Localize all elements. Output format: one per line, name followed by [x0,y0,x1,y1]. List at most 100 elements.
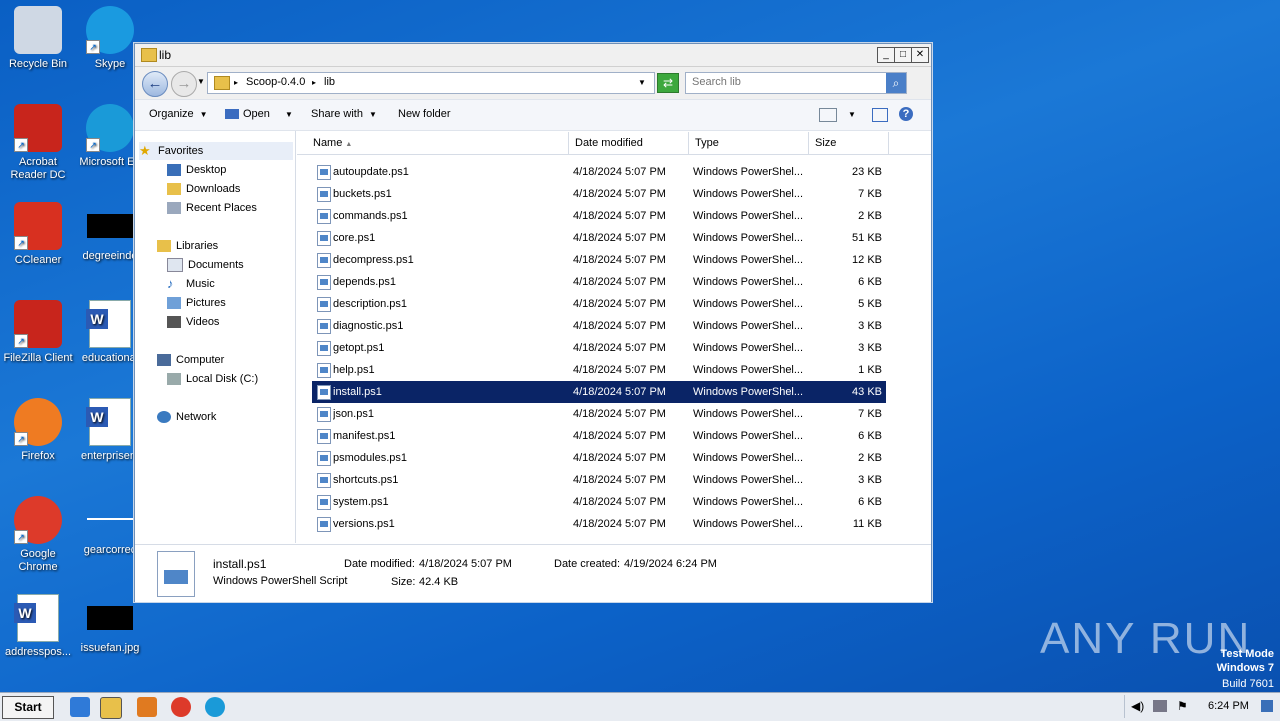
powershell-file-icon [317,209,331,224]
nav-pictures[interactable]: Pictures [167,294,226,312]
nav-libraries[interactable]: Libraries [157,237,218,255]
title-bar[interactable]: lib _ □ ✕ [135,44,931,67]
search-icon[interactable]: ⌕ [886,73,906,93]
column-header-type[interactable]: Type [689,132,809,154]
breadcrumb-item[interactable]: Scoop-0.4.0 [246,76,305,88]
view-dropdown-icon[interactable]: ▼ [848,110,856,119]
refresh-icon[interactable]: ⇄ [657,73,679,93]
address-dropdown-icon[interactable]: ▼ [638,78,646,87]
file-row[interactable]: json.ps1 4/18/2024 5:07 PM Windows PowerSh… [312,403,886,425]
open-dropdown-icon[interactable]: ▼ [285,110,293,119]
desktop-shortcut[interactable]: Waddresspos... [0,594,76,659]
speaker-icon[interactable]: ◀) [1131,699,1144,713]
desktop-shortcut[interactable]: ↗ CCleaner [0,202,76,267]
address-bar[interactable]: ▸ Scoop-0.4.0 ▸ lib ▼ [207,72,655,94]
file-size: 7 KB [858,188,882,200]
search-input[interactable] [686,73,888,91]
preview-pane-icon[interactable] [872,108,888,122]
flag-icon[interactable]: ⚑ [1177,699,1188,713]
media-player-icon[interactable] [137,697,157,717]
nav-documents[interactable]: Documents [167,256,244,274]
file-size: 1 KB [858,364,882,376]
details-file-name: install.ps1 [213,557,267,571]
file-row[interactable]: buckets.ps1 4/18/2024 5:07 PM Windows Powe… [312,183,886,205]
file-date-modified: 4/18/2024 5:07 PM [573,518,666,530]
recent-pages-chevron-icon[interactable]: ▼ [197,77,205,86]
open-button[interactable]: Open [225,108,270,120]
file-size: 23 KB [852,166,882,178]
internet-explorer-icon[interactable] [70,697,90,717]
file-row[interactable]: commands.ps1 4/18/2024 5:07 PM Windows Pow… [312,205,886,227]
start-button[interactable]: Start [2,696,54,719]
file-row[interactable]: getopt.ps1 4/18/2024 5:07 PM Windows Power… [312,337,886,359]
desktop-shortcut[interactable]: ↗ Firefox [0,398,76,463]
desktop-shortcut[interactable]: Recycle Bin [0,6,76,71]
explorer-taskbar-icon[interactable] [100,697,122,719]
close-button[interactable]: ✕ [911,47,929,63]
column-header-date[interactable]: Date modified [569,132,689,154]
clock[interactable]: 6:24 PM [1208,700,1249,712]
show-desktop-icon[interactable] [1261,700,1273,712]
help-icon[interactable]: ? [899,107,913,121]
minimize-button[interactable]: _ [877,47,895,63]
file-row[interactable]: decompress.ps1 4/18/2024 5:07 PM Windows P… [312,249,886,271]
nav-music[interactable]: ♪ Music [167,275,215,293]
file-size: 6 KB [858,276,882,288]
file-type: Windows PowerShel... [693,364,804,376]
edge-taskbar-icon[interactable] [205,697,225,717]
nav-recent-places[interactable]: Recent Places [167,199,257,217]
breadcrumb-item[interactable]: lib [324,76,335,88]
file-date-modified: 4/18/2024 5:07 PM [573,232,666,244]
desktop-shortcut[interactable]: ↗ FileZilla Client [0,300,76,365]
details-date-created-label: Date created: [554,558,621,570]
new-folder-button[interactable]: New folder [398,108,451,120]
nav-favorites[interactable]: ★ Favorites [139,142,293,160]
share-with-button[interactable]: Share with ▼ [311,108,377,120]
column-header-size[interactable]: Size [809,132,889,154]
file-name: buckets.ps1 [333,188,392,200]
details-size-label: Size: [391,576,416,588]
forward-button[interactable]: → [171,71,197,97]
disk-icon [167,373,181,386]
powershell-file-icon [317,495,331,510]
nav-videos[interactable]: Videos [167,313,219,331]
file-name: getopt.ps1 [333,342,385,354]
file-row[interactable]: autoupdate.ps1 4/18/2024 5:07 PM Windows P… [312,161,886,183]
file-row[interactable]: depends.ps1 4/18/2024 5:07 PM Windows Powe… [312,271,886,293]
column-header-name[interactable]: Name ▲ [307,132,569,154]
file-row[interactable]: versions.ps1 4/18/2024 5:07 PM Windows Pow… [312,513,886,535]
desktop-shortcut[interactable]: ↗ Google Chrome [0,496,76,574]
pictures-icon [167,297,181,310]
file-row[interactable]: description.ps1 4/18/2024 5:07 PM Windows … [312,293,886,315]
file-name: versions.ps1 [333,518,395,530]
organize-button[interactable]: Organize ▼ [149,108,208,120]
file-row[interactable]: core.ps1 4/18/2024 5:07 PM Windows PowerSh… [312,227,886,249]
degreeinde-icon [87,214,133,238]
file-row[interactable]: help.ps1 4/18/2024 5:07 PM Windows PowerSh… [312,359,886,381]
file-date-modified: 4/18/2024 5:07 PM [573,320,666,332]
desktop-shortcut[interactable]: ↗ Acrobat Reader DC [0,104,76,182]
network-tray-icon[interactable] [1153,700,1167,712]
view-options-icon[interactable] [819,108,837,122]
file-row[interactable]: manifest.ps1 4/18/2024 5:07 PM Windows Pow… [312,425,886,447]
chrome-taskbar-icon[interactable] [171,697,191,717]
nav-network[interactable]: Network [157,408,216,426]
file-row[interactable]: system.ps1 4/18/2024 5:07 PM Windows Power… [312,491,886,513]
file-row[interactable]: psmodules.ps1 4/18/2024 5:07 PM Windows Po… [312,447,886,469]
back-button[interactable]: ← [142,71,168,97]
breadcrumb-chevron-icon[interactable]: ▸ [234,78,238,87]
breadcrumb-chevron-icon[interactable]: ▸ [312,78,316,87]
nav-local-disk[interactable]: Local Disk (C:) [167,370,258,388]
details-file-type: Windows PowerShell Script [213,575,348,587]
file-size: 6 KB [858,430,882,442]
nav-downloads[interactable]: Downloads [167,180,240,198]
maximize-button[interactable]: □ [894,47,912,63]
file-row[interactable]: install.ps1 4/18/2024 5:07 PM Windows Powe… [312,381,886,403]
powershell-file-icon [317,407,331,422]
nav-desktop[interactable]: Desktop [167,161,226,179]
file-row[interactable]: shortcuts.ps1 4/18/2024 5:07 PM Windows Po… [312,469,886,491]
addresspos-doc-icon: W [14,594,59,642]
nav-computer[interactable]: Computer [157,351,224,369]
desktop-shortcut[interactable]: issuefan.jpg [72,594,148,655]
file-row[interactable]: diagnostic.ps1 4/18/2024 5:07 PM Windows P… [312,315,886,337]
